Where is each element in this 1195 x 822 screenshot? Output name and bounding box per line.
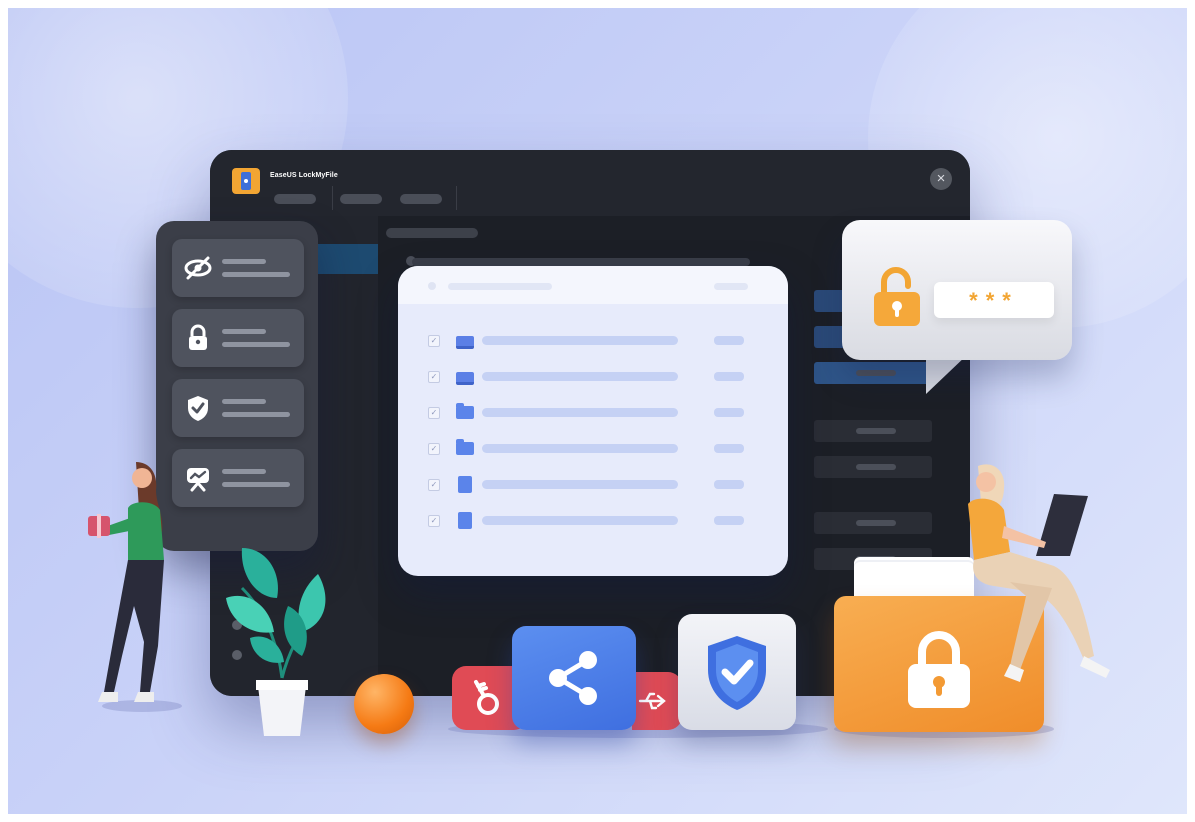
checkbox[interactable]: ✓ [428,407,440,419]
share-tile[interactable] [512,626,636,730]
file-name [482,372,678,381]
feature-lock[interactable] [172,309,304,367]
header-column-name [448,283,552,290]
feature-title-placeholder [222,399,266,404]
file-size [714,372,744,381]
checkbox[interactable]: ✓ [428,371,440,383]
feature-title-placeholder [222,329,266,334]
button-label [856,520,896,526]
usb-icon [638,692,666,710]
button-label [856,428,896,434]
menu-divider [456,186,457,210]
document-icon [458,476,472,493]
woman-with-gift-illustration [88,462,164,702]
checkbox[interactable]: ✓ [428,335,440,347]
woman-with-laptop-illustration [968,464,1110,682]
app-logo-icon [232,168,260,194]
potted-plant-illustration [226,548,326,736]
shield-check-icon [708,636,766,710]
action-button[interactable] [814,512,932,534]
file-size [714,408,744,417]
file-name [482,444,678,453]
unlocked-padlock-icon [874,267,920,326]
hero-illustration: EaseUS LockMyFile × ✓ ✓ ✓ ✓ ✓ ✓ *** [8,8,1187,814]
file-name [482,336,678,345]
file-row[interactable]: ✓ [398,402,788,422]
file-name [482,480,678,489]
drive-icon [456,336,474,349]
file-name [482,408,678,417]
checkbox[interactable]: ✓ [428,515,440,527]
file-row[interactable]: ✓ [398,330,788,350]
checkbox[interactable]: ✓ [428,443,440,455]
file-size [714,444,744,453]
document-icon [458,512,472,529]
content-title-bar [386,228,478,238]
speech-bubble-tail [926,354,968,394]
file-size [714,516,744,525]
action-button[interactable] [814,420,932,442]
menu-item[interactable] [400,194,442,204]
security-tile[interactable] [678,614,796,730]
menu-item[interactable] [340,194,382,204]
folder-icon [456,439,474,455]
shield-check-icon [188,396,208,421]
file-row[interactable]: ✓ [398,474,788,494]
app-title: EaseUS LockMyFile [270,172,338,179]
hide-eye-icon [184,256,212,280]
feature-desc-placeholder [222,482,290,487]
action-button[interactable] [814,456,932,478]
file-size [714,480,744,489]
feature-desc-placeholder [222,272,290,277]
file-size [714,336,744,345]
password-bubble: *** [842,220,1072,360]
path-bar [412,258,750,266]
feature-desc-placeholder [222,412,290,417]
drive-icon [456,372,474,385]
button-label [856,370,896,376]
menu-divider [332,186,333,210]
action-button[interactable] [814,362,932,384]
file-row[interactable]: ✓ [398,510,788,530]
file-name [482,516,678,525]
feature-desc-placeholder [222,342,290,347]
key-icon [474,680,499,715]
close-button[interactable]: × [930,168,952,190]
file-list-panel: ✓ ✓ ✓ ✓ ✓ ✓ [398,266,788,576]
feature-protect[interactable] [172,379,304,437]
title-bar: EaseUS LockMyFile × [210,150,970,216]
lock-icon [189,324,207,350]
orange-sphere [354,674,414,734]
password-field[interactable]: *** [934,282,1054,318]
usb-tile[interactable] [632,672,682,730]
feature-title-placeholder [222,469,266,474]
header-dot [428,282,436,290]
file-row[interactable]: ✓ [398,366,788,386]
checkbox[interactable]: ✓ [428,479,440,491]
file-row[interactable]: ✓ [398,438,788,458]
share-icon [549,651,597,705]
feature-title-placeholder [222,259,266,264]
feature-hide[interactable] [172,239,304,297]
button-label [856,464,896,470]
menu-item[interactable] [274,194,316,204]
file-list-header [398,266,788,304]
folder-icon [456,403,474,419]
header-column-size [714,283,748,290]
